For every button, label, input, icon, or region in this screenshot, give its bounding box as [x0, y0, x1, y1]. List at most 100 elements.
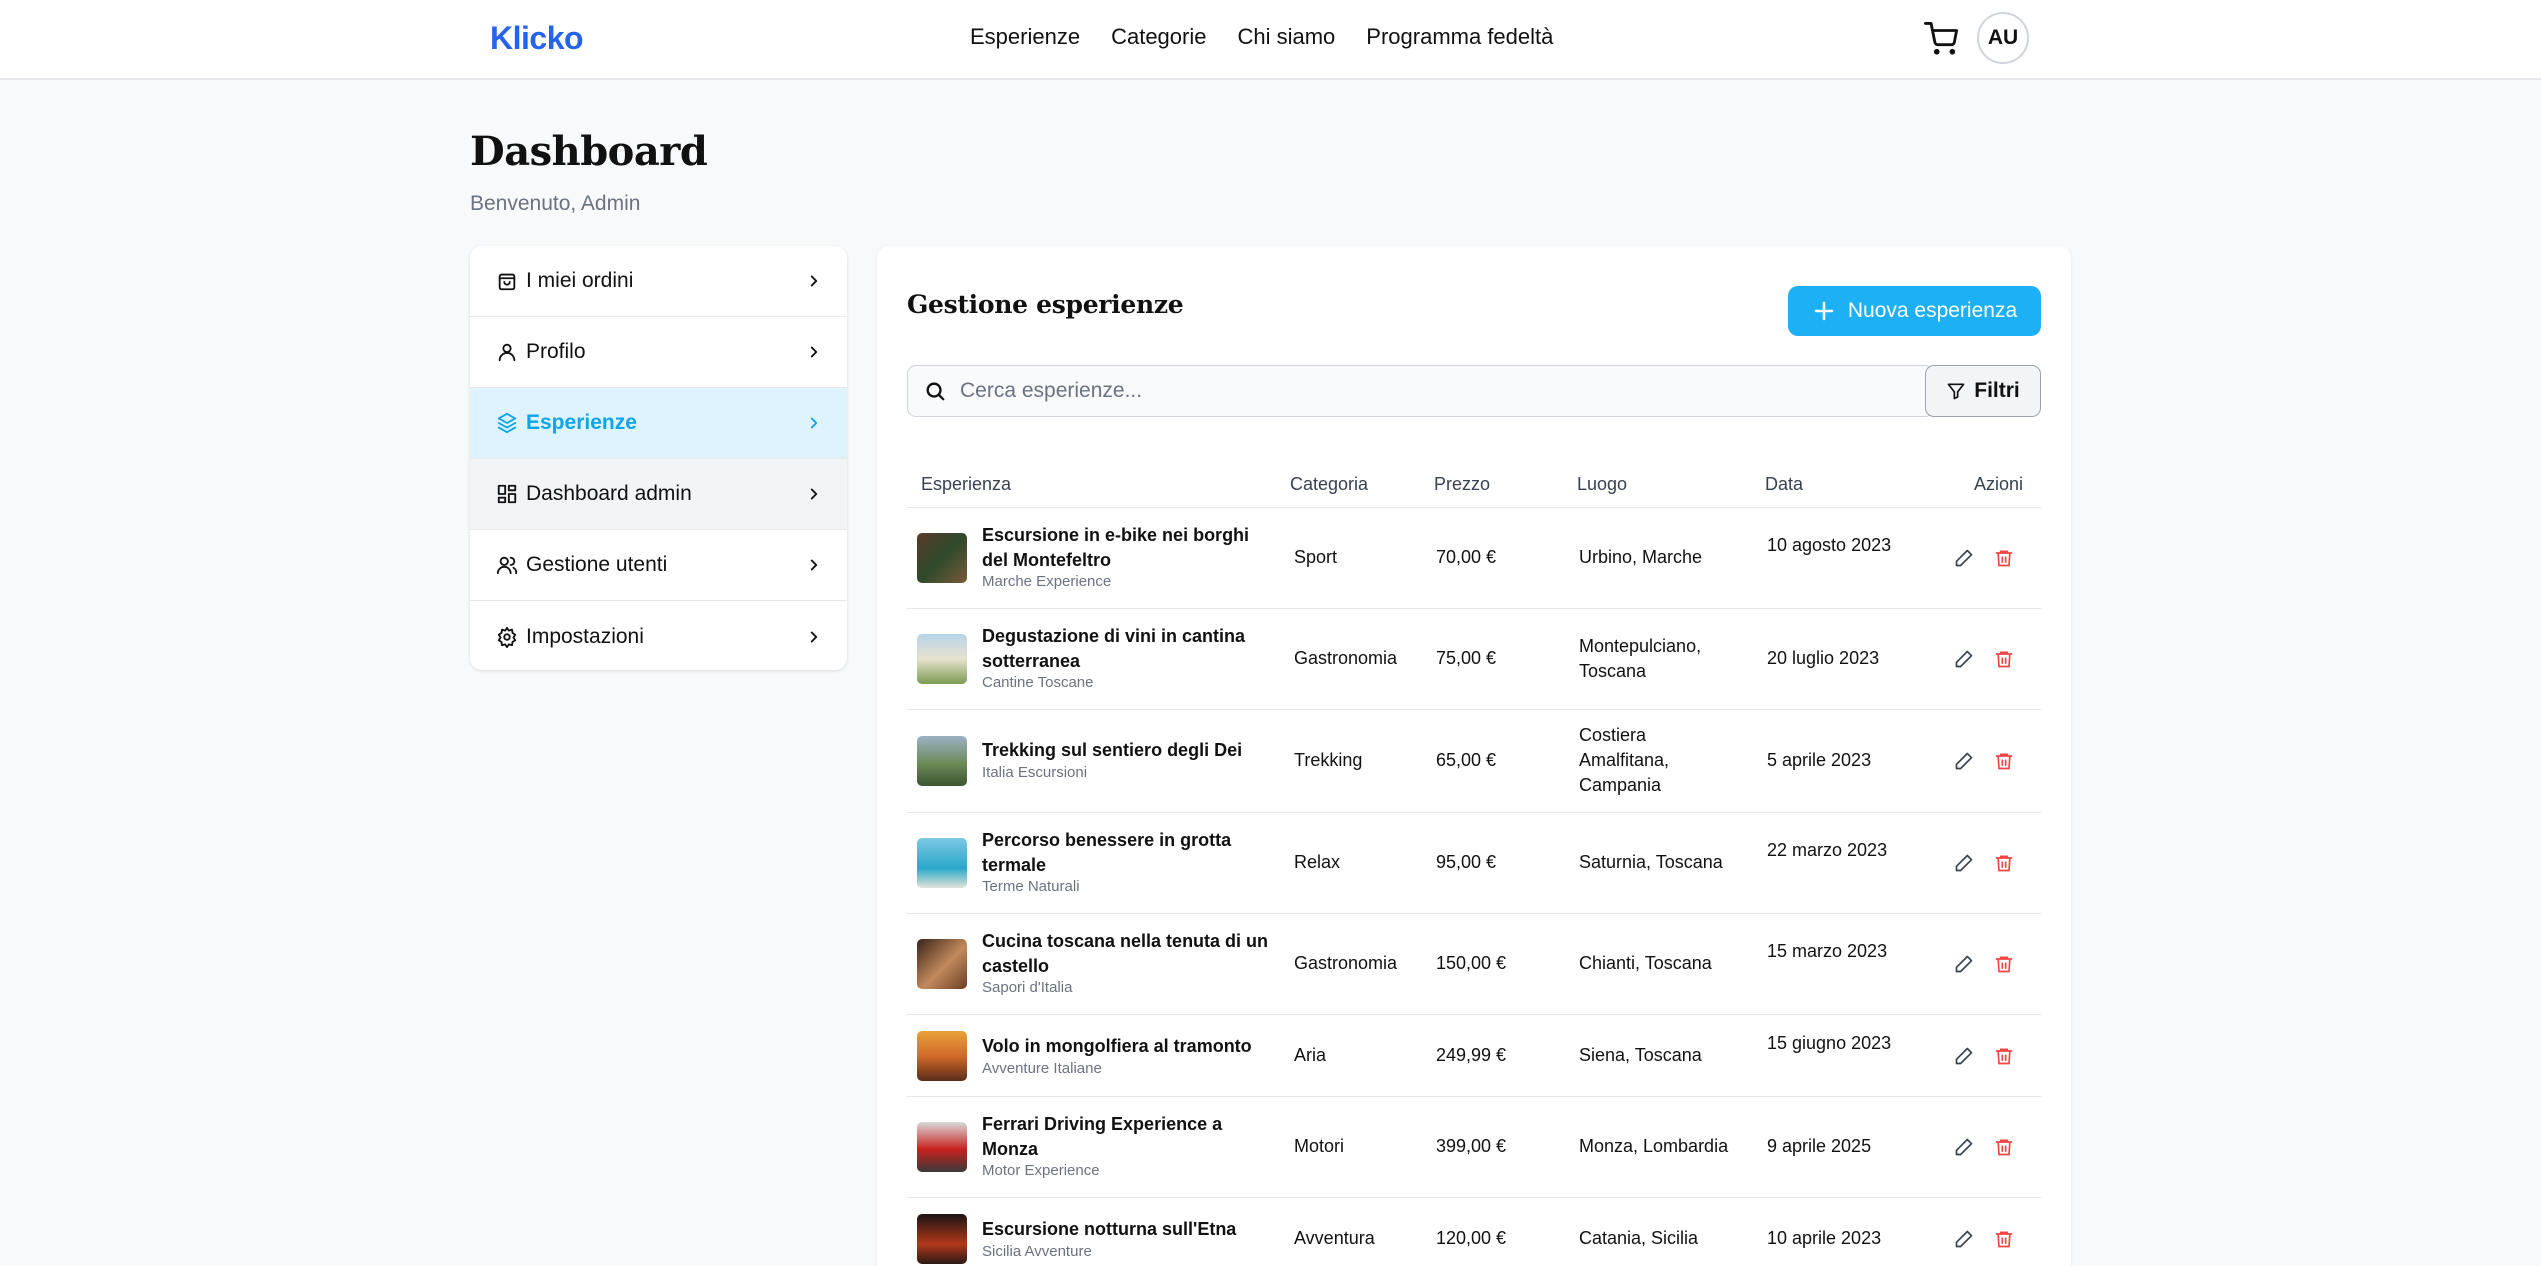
edit-icon[interactable] [1954, 1137, 1974, 1157]
edit-icon[interactable] [1954, 1046, 1974, 1066]
experience-name: Degustazione di vini in cantina sotterra… [982, 626, 1246, 671]
experience-category: Gastronomia [1294, 953, 1398, 973]
nav-link-chi-siamo[interactable]: Chi siamo [1237, 24, 1335, 50]
experience-organizer: Sapori d'Italia [982, 979, 1073, 996]
trash-icon[interactable] [1994, 1046, 2014, 1066]
experience-organizer: Cantine Toscane [982, 674, 1094, 691]
sidebar-item-label: Gestione utenti [526, 553, 668, 576]
experience-price: 70,00 € [1436, 547, 1497, 567]
experience-price: 75,00 € [1436, 648, 1497, 668]
nav-link-categorie[interactable]: Categorie [1111, 24, 1206, 50]
experience-category: Avventura [1294, 1228, 1375, 1248]
edit-icon[interactable] [1954, 954, 1974, 974]
sidebar-item-profilo[interactable]: Profilo [470, 317, 847, 388]
grid-icon [497, 484, 517, 504]
trash-icon[interactable] [1994, 649, 2014, 669]
experience-price: 120,00 € [1436, 1228, 1507, 1248]
column-header-data: Data [1765, 474, 1804, 494]
table-row[interactable]: Volo in mongolfiera al tramonto Avventur… [907, 1015, 2041, 1097]
experience-location: Chianti, Toscana [1579, 953, 1712, 973]
plus-icon [1814, 301, 1834, 321]
table-row[interactable]: Escursione notturna sull'Etna Sicilia Av… [907, 1198, 2041, 1266]
experience-date: 15 marzo 2023 [1767, 941, 1888, 961]
experience-organizer: Sicilia Avventure [982, 1243, 1092, 1260]
sidebar-item-gestione-utenti[interactable]: Gestione utenti [470, 530, 847, 601]
experience-location: Saturnia, Toscana [1579, 852, 1723, 872]
sidebar: I miei ordini Profilo Esperienze Dashboa… [470, 246, 847, 670]
page-subtitle: Benvenuto, Admin [470, 192, 641, 215]
experience-organizer: Italia Escursioni [982, 764, 1088, 781]
experience-thumbnail [917, 838, 967, 888]
column-header-esperienza: Esperienza [921, 474, 1012, 494]
sidebar-item-esperienze[interactable]: Esperienze [470, 388, 847, 459]
new-experience-button[interactable]: Nuova esperienza [1788, 286, 2041, 336]
experience-organizer: Motor Experience [982, 1162, 1100, 1179]
trash-icon[interactable] [1994, 853, 2014, 873]
experience-location: Siena, Toscana [1579, 1045, 1702, 1065]
search-icon [926, 382, 945, 401]
table-row[interactable]: Degustazione di vini in cantina sotterra… [907, 609, 2041, 710]
search-input[interactable] [960, 379, 1860, 403]
nav-link-programma-fedelta[interactable]: Programma fedeltà [1366, 24, 1553, 50]
edit-icon[interactable] [1954, 751, 1974, 771]
experience-name: Cucina toscana nella tenuta di un castel… [982, 931, 1269, 976]
filter-label: Filtri [1974, 379, 2020, 402]
logo[interactable]: Klicko [490, 20, 584, 57]
experience-category: Aria [1294, 1045, 1327, 1065]
table-row[interactable]: Escursione in e-bike nei borghi del Mont… [907, 508, 2041, 609]
experience-date: 10 agosto 2023 [1767, 535, 1892, 555]
bag-icon [498, 273, 516, 291]
filter-button[interactable]: Filtri [1925, 365, 2041, 417]
experience-price: 150,00 € [1436, 953, 1507, 973]
nav-link-esperienze[interactable]: Esperienze [970, 24, 1080, 50]
search-box[interactable] [907, 365, 1934, 417]
table-row[interactable]: Trekking sul sentiero degli Dei Italia E… [907, 710, 2041, 813]
sidebar-item-dashboard-admin[interactable]: Dashboard admin [470, 459, 847, 530]
edit-icon[interactable] [1954, 548, 1974, 568]
trash-icon[interactable] [1994, 751, 2014, 771]
gear-icon [497, 626, 517, 648]
trash-icon[interactable] [1994, 1229, 2014, 1249]
trash-icon[interactable] [1994, 548, 2014, 568]
experience-category: Relax [1294, 852, 1341, 872]
sidebar-item-label: Profilo [526, 340, 586, 363]
experience-name: Trekking sul sentiero degli Dei [982, 740, 1243, 760]
chevron-right-icon [810, 559, 818, 571]
experience-date: 9 aprile 2025 [1767, 1136, 1872, 1156]
column-header-azioni: Azioni [1974, 474, 2024, 494]
column-header-categoria: Categoria [1290, 474, 1369, 494]
experience-name: Ferrari Driving Experience a Monza [982, 1114, 1223, 1159]
experience-price: 249,99 € [1436, 1045, 1507, 1065]
experience-date: 10 aprile 2023 [1767, 1228, 1882, 1248]
users-icon [496, 556, 518, 575]
top-navbar: Klicko Esperienze Categorie Chi siamo Pr… [0, 0, 2541, 80]
edit-icon[interactable] [1954, 649, 1974, 669]
edit-icon[interactable] [1954, 853, 1974, 873]
edit-icon[interactable] [1954, 1229, 1974, 1249]
experience-organizer: Avventure Italiane [982, 1060, 1102, 1077]
trash-icon[interactable] [1994, 954, 2014, 974]
table-row[interactable]: Cucina toscana nella tenuta di un castel… [907, 914, 2041, 1015]
experience-price: 65,00 € [1436, 750, 1497, 770]
experience-date: 20 luglio 2023 [1767, 648, 1880, 668]
experience-thumbnail [917, 1122, 967, 1172]
experience-date: 15 giugno 2023 [1767, 1033, 1892, 1053]
avatar[interactable]: AU [1977, 12, 2029, 64]
experience-location: Monza, Lombardia [1579, 1136, 1729, 1156]
sidebar-item-ordini[interactable]: I miei ordini [470, 246, 847, 317]
filter-icon [1947, 383, 1965, 400]
experience-location: Montepulciano, Toscana [1579, 636, 1702, 681]
table-header: Esperienza Categoria Prezzo Luogo Data A… [907, 466, 2041, 508]
table-row[interactable]: Percorso benessere in grotta termale Ter… [907, 813, 2041, 914]
trash-icon[interactable] [1994, 1137, 2014, 1157]
column-header-prezzo: Prezzo [1434, 474, 1491, 494]
experience-thumbnail [917, 736, 967, 786]
experience-price: 95,00 € [1436, 852, 1497, 872]
cart-icon[interactable] [1924, 22, 1958, 56]
sidebar-item-impostazioni[interactable]: Impostazioni [470, 601, 847, 670]
experience-category: Trekking [1294, 750, 1363, 770]
experience-date: 22 marzo 2023 [1767, 840, 1888, 860]
table-row[interactable]: Ferrari Driving Experience a Monza Motor… [907, 1097, 2041, 1198]
experience-thumbnail [917, 533, 967, 583]
experience-thumbnail [917, 634, 967, 684]
